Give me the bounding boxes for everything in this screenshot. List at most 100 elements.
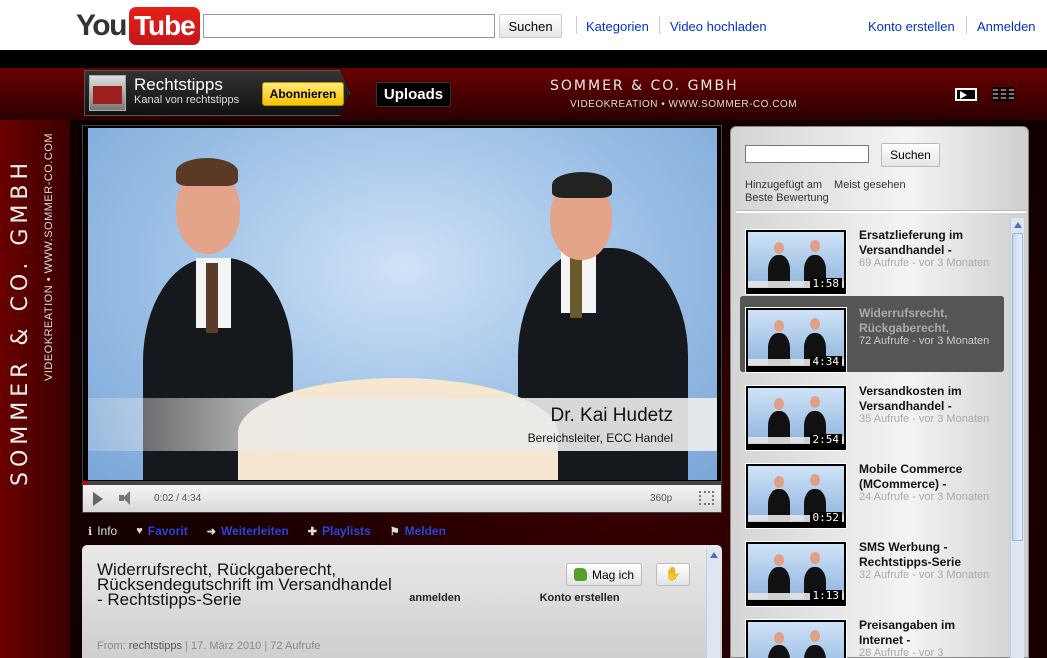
video-duration: 4:34 [809,356,842,368]
video-duration: 1:13 [809,590,842,602]
info-tab-label: Info [97,524,118,538]
grid-view-icon[interactable] [993,87,1014,101]
video-title: Widerrufsrecht, Rückgaberecht, Rücksende… [97,560,392,609]
video-frame[interactable] [88,128,717,480]
video-thumbnail[interactable]: 1:13 [745,541,847,607]
search-input[interactable] [203,14,495,38]
volume-icon[interactable] [119,491,137,505]
list-item[interactable]: Preisangaben im Internet -28 Aufrufe - v… [740,608,1004,658]
forward-icon: ➜ [206,525,216,538]
vertical-brand-name: SOMMER & CO. GMBH [8,157,33,486]
video-thumbnail[interactable]: 4:34 [745,307,847,373]
logo-you-text: You [76,9,127,42]
video-item-meta: 35 Aufrufe - vor 3 Monaten [859,413,990,425]
subscribe-button[interactable]: Abonnieren [262,82,344,106]
divider [659,16,660,34]
lower-third-role: Bereichsleiter, ECC Handel [527,431,673,445]
video-item-title[interactable]: SMS Werbung - Rechtstipps-Serie [859,540,999,570]
playlists-tab[interactable]: ✚ Playlists [308,524,371,538]
heart-icon: ♥ [136,525,143,537]
list-item[interactable]: 1:13 SMS Werbung - Rechtstipps-Serie 32 Au… [740,530,1004,607]
video-duration: 1:58 [809,278,842,290]
channel-avatar[interactable] [89,75,126,111]
report-tab[interactable]: ⚑ Melden [390,524,446,538]
player-view-icon[interactable] [955,88,977,101]
upload-video-link[interactable]: Video hochladen [670,19,767,34]
report-tab-label: Melden [404,524,446,538]
login-link[interactable]: anmelden [409,592,460,604]
video-item-meta: 32 Aufrufe - vor 3 Monaten [859,569,990,581]
list-item[interactable]: 2:54 Versandkosten im Versandhandel -35 A… [740,374,1004,451]
youtube-logo[interactable]: You Tube [76,7,200,45]
uploader-link[interactable]: rechtstipps [129,640,182,652]
search-button[interactable]: Suchen [499,14,562,38]
video-list: 1:58 Ersatzlieferung im Versandhandel -69… [736,218,1010,658]
video-item-title[interactable]: Mobile Commerce (MCommerce) - [859,462,999,492]
info-icon: ℹ [88,525,93,538]
video-item-title[interactable]: Widerrufsrecht, Rückgaberecht, [859,306,999,336]
like-button[interactable]: Mag ich [566,563,642,586]
play-icon[interactable] [93,492,103,506]
sort-options: Hinzugefügt am Meist gesehen Beste Bewertu… [745,179,1005,205]
video-item-meta: 28 Aufrufe - vor 3 [859,647,944,658]
thumbs-up-icon [574,568,587,581]
sort-added[interactable]: Hinzugefügt am [745,179,822,192]
favorite-tab[interactable]: ♥ Favorit [136,524,188,538]
flag-icon: ⚑ [389,525,400,538]
favorite-tab-label: Favorit [147,524,188,538]
video-item-title[interactable]: Preisangaben im Internet - [859,618,999,648]
share-tab-label: Weiterleiten [220,524,289,538]
fullscreen-icon[interactable] [699,491,714,505]
scroll-thumb[interactable] [1012,233,1023,541]
video-thumbnail[interactable]: 2:54 [745,385,847,451]
video-item-title[interactable]: Ersatzlieferung im Versandhandel - [859,228,999,258]
scroll-up-icon[interactable] [710,552,718,558]
create-account-link-2[interactable]: Konto erstellen [540,592,620,604]
video-duration: 0:52 [809,512,842,524]
sort-most-viewed[interactable]: Meist gesehen [834,179,906,192]
time-display: 0:02 / 4:34 [154,493,202,504]
list-item[interactable]: 4:34 Widerrufsrecht, Rückgaberecht, 72 Auf… [740,296,1004,373]
dislike-button[interactable]: ✋ [656,563,690,586]
thumbs-down-icon: ✋ [664,566,682,581]
video-meta: From: rechtstipps | 17. März 2010 | 72 A… [97,640,321,652]
share-tab[interactable]: ➜ Weiterleiten [207,524,289,538]
logo-tube-text: Tube [128,7,200,45]
info-tab[interactable]: ℹ Info [88,524,117,538]
divider [966,16,967,34]
uploads-tab[interactable]: Uploads [376,82,451,107]
scroll-up-icon[interactable] [1014,222,1022,228]
video-item-meta: 69 Aufrufe - vor 3 Monaten [859,257,990,269]
video-thumbnail[interactable]: 1:58 [745,229,847,295]
brand-tagline: VIDEOKREATION • WWW.SOMMER-CO.COM [570,99,798,110]
sidebar-divider [736,210,1026,213]
video-item-title[interactable]: Versandkosten im Versandhandel - [859,384,999,414]
video-action-bar: ℹ Info ♥ Favorit ➜ Weiterleiten ✚ Playlists … [82,519,722,543]
video-thumbnail[interactable] [745,619,847,658]
info-scrollbar[interactable] [706,549,720,658]
quality-selector[interactable]: 360p [650,493,672,504]
channel-search-button[interactable]: Suchen [881,143,940,167]
sort-top-rated[interactable]: Beste Bewertung [745,192,829,205]
video-item-meta: 72 Aufrufe - vor 3 Monaten [859,335,990,347]
create-account-link[interactable]: Konto erstellen [868,19,955,34]
brand-name: SOMMER & CO. GMBH [550,78,739,94]
sign-in-link[interactable]: Anmelden [977,19,1036,34]
list-item[interactable]: 0:52 Mobile Commerce (MCommerce) -24 Aufr… [740,452,1004,529]
categories-link[interactable]: Kategorien [586,19,649,34]
divider [576,16,577,34]
header-band [0,50,1047,68]
channel-name[interactable]: Rechtstipps [134,75,223,95]
login-prompt: Jetzt anmelden oder ein neues Konto erst… [383,592,620,604]
sidebar-scrollbar[interactable] [1010,218,1024,658]
channel-subtitle: Kanal von rechtstipps [134,94,240,106]
video-thumbnail[interactable]: 0:52 [745,463,847,529]
channel-search-input[interactable] [745,145,869,163]
video-item-meta: 24 Aufrufe - vor 3 Monaten [859,491,990,503]
list-item[interactable]: 1:58 Ersatzlieferung im Versandhandel -69… [740,218,1004,295]
video-duration: 2:54 [809,434,842,446]
plus-icon: ✚ [307,525,317,538]
lower-third-name: Dr. Kai Hudetz [550,405,674,426]
playlists-tab-label: Playlists [322,524,371,538]
like-label: Mag ich [592,567,635,582]
